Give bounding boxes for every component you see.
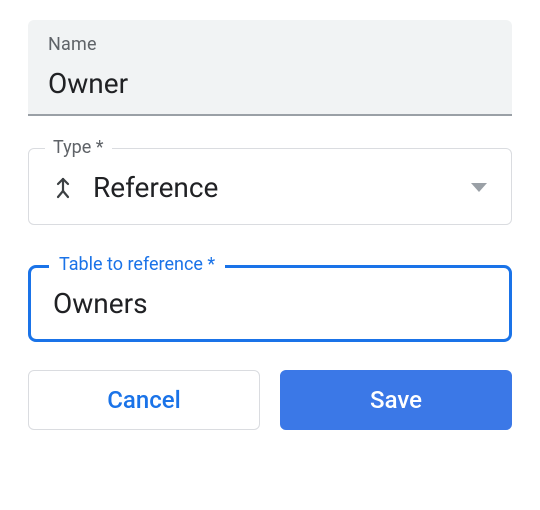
save-button[interactable]: Save xyxy=(280,370,512,430)
dialog-button-row: Cancel Save xyxy=(28,370,512,430)
type-field[interactable]: Type * Reference xyxy=(28,148,512,225)
name-field[interactable]: Name xyxy=(28,20,512,116)
merge-arrow-icon xyxy=(49,174,77,202)
name-input[interactable] xyxy=(48,65,492,106)
table-reference-input[interactable] xyxy=(51,286,489,321)
table-reference-label: Table to reference * xyxy=(49,254,225,275)
column-settings-dialog: Name Type * Reference Table to reference… xyxy=(0,0,540,510)
name-label: Name xyxy=(48,34,492,55)
type-label: Type * xyxy=(45,137,112,158)
chevron-down-icon xyxy=(471,183,487,192)
table-reference-field[interactable]: Table to reference * xyxy=(28,265,512,342)
cancel-button[interactable]: Cancel xyxy=(28,370,260,430)
type-value: Reference xyxy=(93,171,471,204)
